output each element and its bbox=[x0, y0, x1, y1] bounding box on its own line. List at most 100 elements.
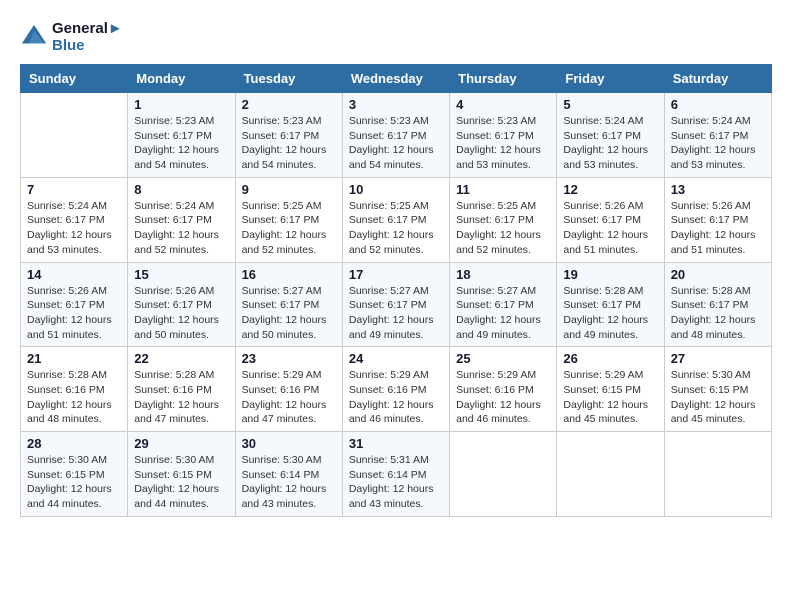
header-cell-thursday: Thursday bbox=[450, 65, 557, 93]
day-cell: 17 Sunrise: 5:27 AM Sunset: 6:17 PM Dayl… bbox=[342, 262, 449, 347]
sunrise-text: Sunrise: 5:30 AM bbox=[671, 369, 751, 381]
logo: General► Blue bbox=[20, 20, 123, 54]
day-cell: 14 Sunrise: 5:26 AM Sunset: 6:17 PM Dayl… bbox=[21, 262, 128, 347]
calendar-header: SundayMondayTuesdayWednesdayThursdayFrid… bbox=[21, 65, 772, 93]
day-number: 20 bbox=[671, 267, 765, 282]
day-number: 14 bbox=[27, 267, 121, 282]
day-cell: 30 Sunrise: 5:30 AM Sunset: 6:14 PM Dayl… bbox=[235, 432, 342, 517]
daylight-text: Daylight: 12 hours and 43 minutes. bbox=[242, 483, 327, 510]
sunrise-text: Sunrise: 5:29 AM bbox=[349, 369, 429, 381]
day-info: Sunrise: 5:25 AM Sunset: 6:17 PM Dayligh… bbox=[242, 199, 336, 258]
day-info: Sunrise: 5:29 AM Sunset: 6:16 PM Dayligh… bbox=[242, 368, 336, 427]
day-number: 12 bbox=[563, 182, 657, 197]
sunrise-text: Sunrise: 5:24 AM bbox=[27, 200, 107, 212]
day-cell: 18 Sunrise: 5:27 AM Sunset: 6:17 PM Dayl… bbox=[450, 262, 557, 347]
day-info: Sunrise: 5:30 AM Sunset: 6:15 PM Dayligh… bbox=[134, 453, 228, 512]
day-number: 22 bbox=[134, 351, 228, 366]
day-number: 23 bbox=[242, 351, 336, 366]
sunrise-text: Sunrise: 5:29 AM bbox=[456, 369, 536, 381]
daylight-text: Daylight: 12 hours and 44 minutes. bbox=[134, 483, 219, 510]
header: General► Blue bbox=[20, 20, 772, 54]
day-cell: 3 Sunrise: 5:23 AM Sunset: 6:17 PM Dayli… bbox=[342, 93, 449, 178]
daylight-text: Daylight: 12 hours and 53 minutes. bbox=[456, 144, 541, 171]
day-info: Sunrise: 5:28 AM Sunset: 6:16 PM Dayligh… bbox=[27, 368, 121, 427]
day-cell bbox=[21, 93, 128, 178]
day-info: Sunrise: 5:23 AM Sunset: 6:17 PM Dayligh… bbox=[134, 114, 228, 173]
sunset-text: Sunset: 6:17 PM bbox=[456, 299, 534, 311]
sunset-text: Sunset: 6:17 PM bbox=[563, 214, 641, 226]
daylight-text: Daylight: 12 hours and 52 minutes. bbox=[242, 229, 327, 256]
header-cell-monday: Monday bbox=[128, 65, 235, 93]
sunset-text: Sunset: 6:15 PM bbox=[671, 384, 749, 396]
day-info: Sunrise: 5:27 AM Sunset: 6:17 PM Dayligh… bbox=[349, 284, 443, 343]
day-info: Sunrise: 5:27 AM Sunset: 6:17 PM Dayligh… bbox=[456, 284, 550, 343]
day-cell: 24 Sunrise: 5:29 AM Sunset: 6:16 PM Dayl… bbox=[342, 347, 449, 432]
daylight-text: Daylight: 12 hours and 47 minutes. bbox=[134, 399, 219, 426]
daylight-text: Daylight: 12 hours and 47 minutes. bbox=[242, 399, 327, 426]
daylight-text: Daylight: 12 hours and 50 minutes. bbox=[242, 314, 327, 341]
day-info: Sunrise: 5:29 AM Sunset: 6:16 PM Dayligh… bbox=[349, 368, 443, 427]
day-number: 31 bbox=[349, 436, 443, 451]
sunset-text: Sunset: 6:17 PM bbox=[456, 130, 534, 142]
header-cell-saturday: Saturday bbox=[664, 65, 771, 93]
day-info: Sunrise: 5:28 AM Sunset: 6:16 PM Dayligh… bbox=[134, 368, 228, 427]
sunset-text: Sunset: 6:16 PM bbox=[349, 384, 427, 396]
day-cell: 28 Sunrise: 5:30 AM Sunset: 6:15 PM Dayl… bbox=[21, 432, 128, 517]
sunset-text: Sunset: 6:16 PM bbox=[27, 384, 105, 396]
daylight-text: Daylight: 12 hours and 46 minutes. bbox=[349, 399, 434, 426]
day-cell: 26 Sunrise: 5:29 AM Sunset: 6:15 PM Dayl… bbox=[557, 347, 664, 432]
day-number: 21 bbox=[27, 351, 121, 366]
sunrise-text: Sunrise: 5:24 AM bbox=[134, 200, 214, 212]
sunset-text: Sunset: 6:17 PM bbox=[134, 130, 212, 142]
sunrise-text: Sunrise: 5:26 AM bbox=[671, 200, 751, 212]
header-cell-friday: Friday bbox=[557, 65, 664, 93]
daylight-text: Daylight: 12 hours and 52 minutes. bbox=[134, 229, 219, 256]
daylight-text: Daylight: 12 hours and 49 minutes. bbox=[456, 314, 541, 341]
day-cell: 2 Sunrise: 5:23 AM Sunset: 6:17 PM Dayli… bbox=[235, 93, 342, 178]
sunrise-text: Sunrise: 5:28 AM bbox=[27, 369, 107, 381]
sunrise-text: Sunrise: 5:30 AM bbox=[27, 454, 107, 466]
daylight-text: Daylight: 12 hours and 46 minutes. bbox=[456, 399, 541, 426]
day-number: 3 bbox=[349, 97, 443, 112]
day-cell bbox=[450, 432, 557, 517]
sunrise-text: Sunrise: 5:23 AM bbox=[134, 115, 214, 127]
sunset-text: Sunset: 6:16 PM bbox=[456, 384, 534, 396]
logo-icon bbox=[20, 23, 48, 51]
sunset-text: Sunset: 6:15 PM bbox=[27, 469, 105, 481]
sunrise-text: Sunrise: 5:30 AM bbox=[134, 454, 214, 466]
day-number: 26 bbox=[563, 351, 657, 366]
daylight-text: Daylight: 12 hours and 52 minutes. bbox=[456, 229, 541, 256]
week-row-1: 1 Sunrise: 5:23 AM Sunset: 6:17 PM Dayli… bbox=[21, 93, 772, 178]
sunrise-text: Sunrise: 5:25 AM bbox=[242, 200, 322, 212]
day-info: Sunrise: 5:23 AM Sunset: 6:17 PM Dayligh… bbox=[242, 114, 336, 173]
day-cell: 6 Sunrise: 5:24 AM Sunset: 6:17 PM Dayli… bbox=[664, 93, 771, 178]
day-info: Sunrise: 5:24 AM Sunset: 6:17 PM Dayligh… bbox=[563, 114, 657, 173]
day-info: Sunrise: 5:24 AM Sunset: 6:17 PM Dayligh… bbox=[671, 114, 765, 173]
sunrise-text: Sunrise: 5:28 AM bbox=[671, 285, 751, 297]
calendar-table: SundayMondayTuesdayWednesdayThursdayFrid… bbox=[20, 64, 772, 517]
day-number: 8 bbox=[134, 182, 228, 197]
week-row-2: 7 Sunrise: 5:24 AM Sunset: 6:17 PM Dayli… bbox=[21, 177, 772, 262]
day-number: 13 bbox=[671, 182, 765, 197]
day-cell: 23 Sunrise: 5:29 AM Sunset: 6:16 PM Dayl… bbox=[235, 347, 342, 432]
sunset-text: Sunset: 6:17 PM bbox=[134, 214, 212, 226]
day-number: 7 bbox=[27, 182, 121, 197]
sunrise-text: Sunrise: 5:24 AM bbox=[563, 115, 643, 127]
sunrise-text: Sunrise: 5:28 AM bbox=[563, 285, 643, 297]
sunrise-text: Sunrise: 5:23 AM bbox=[242, 115, 322, 127]
sunset-text: Sunset: 6:16 PM bbox=[242, 384, 320, 396]
logo-text: General► Blue bbox=[52, 20, 123, 54]
sunset-text: Sunset: 6:17 PM bbox=[349, 130, 427, 142]
day-cell: 20 Sunrise: 5:28 AM Sunset: 6:17 PM Dayl… bbox=[664, 262, 771, 347]
day-cell: 15 Sunrise: 5:26 AM Sunset: 6:17 PM Dayl… bbox=[128, 262, 235, 347]
day-number: 24 bbox=[349, 351, 443, 366]
day-cell: 1 Sunrise: 5:23 AM Sunset: 6:17 PM Dayli… bbox=[128, 93, 235, 178]
sunrise-text: Sunrise: 5:25 AM bbox=[456, 200, 536, 212]
header-cell-sunday: Sunday bbox=[21, 65, 128, 93]
sunrise-text: Sunrise: 5:28 AM bbox=[134, 369, 214, 381]
sunset-text: Sunset: 6:17 PM bbox=[563, 130, 641, 142]
day-cell: 5 Sunrise: 5:24 AM Sunset: 6:17 PM Dayli… bbox=[557, 93, 664, 178]
day-cell: 9 Sunrise: 5:25 AM Sunset: 6:17 PM Dayli… bbox=[235, 177, 342, 262]
sunset-text: Sunset: 6:16 PM bbox=[134, 384, 212, 396]
day-number: 15 bbox=[134, 267, 228, 282]
